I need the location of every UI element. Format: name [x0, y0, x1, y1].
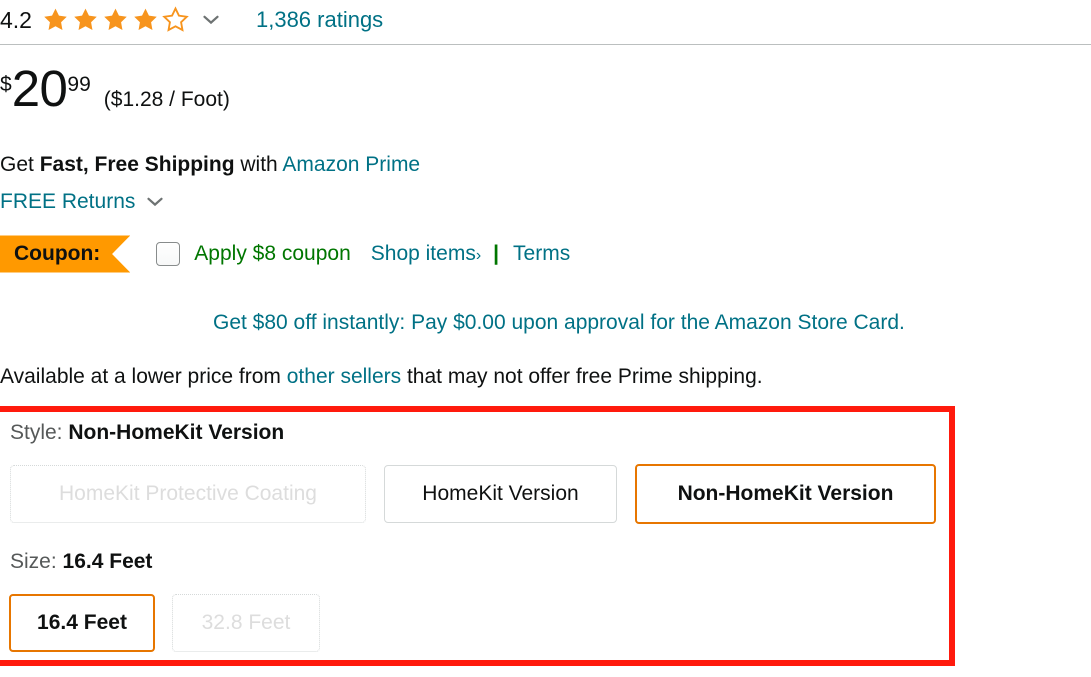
price-row: $ 20 99 ($1.28 / Foot) — [0, 60, 230, 117]
size-swatch-32-8-feet[interactable]: 32.8 Feet — [172, 594, 320, 652]
coupon-shop-items-link[interactable]: Shop items› — [371, 242, 481, 266]
free-returns-row[interactable]: FREE Returns — [0, 189, 163, 214]
coupon-terms-link[interactable]: Terms — [513, 242, 570, 266]
style-swatch-homekit-version[interactable]: HomeKit Version — [384, 465, 617, 523]
shipping-emphasis: Fast, Free Shipping — [39, 153, 235, 176]
ratings-count-link[interactable]: 1,386 ratings — [256, 9, 383, 31]
size-label-prefix: Size: — [10, 550, 63, 573]
other-sellers-line: Available at a lower price from other se… — [0, 365, 763, 389]
header-divider — [0, 44, 1091, 45]
style-swatch-homekit-protective-coating[interactable]: HomeKit Protective Coating — [10, 465, 366, 523]
chevron-down-icon — [203, 15, 219, 25]
chevron-right-icon: › — [475, 247, 482, 264]
star-filled-icon — [44, 8, 67, 30]
style-label-prefix: Style: — [10, 421, 69, 444]
coupon-badge: Coupon: — [0, 235, 131, 273]
chevron-down-icon — [147, 197, 163, 206]
coupon-row: Coupon: Apply $8 coupon Shop items› | Te… — [0, 233, 570, 275]
size-swatch-16-4-feet[interactable]: 16.4 Feet — [9, 594, 155, 652]
price-fraction: 99 — [67, 73, 91, 96]
size-label: Size: 16.4 Feet — [10, 549, 152, 574]
star-filled-icon — [74, 8, 97, 30]
amazon-prime-link[interactable]: Amazon Prime — [282, 153, 420, 176]
other-sellers-link[interactable]: other sellers — [287, 365, 401, 388]
rating-value: 4.2 — [0, 6, 32, 33]
price-whole: 20 — [11, 60, 68, 117]
price-currency-symbol: $ — [0, 73, 12, 96]
rating-dropdown-button[interactable] — [203, 15, 219, 25]
coupon-checkbox[interactable] — [156, 242, 181, 266]
free-returns-dropdown-button[interactable] — [147, 197, 163, 207]
coupon-apply-label[interactable]: Apply $8 coupon — [194, 242, 350, 266]
star-rating[interactable] — [41, 6, 190, 34]
other-sellers-suffix: that may not offer free Prime shipping. — [401, 365, 763, 388]
style-selected-value: Non-HomeKit Version — [68, 421, 285, 444]
style-swatch-non-homekit-version[interactable]: Non-HomeKit Version — [635, 464, 936, 524]
store-card-offer-link[interactable]: Get $80 off instantly: Pay $0.00 upon ap… — [213, 311, 905, 335]
star-empty-icon — [162, 6, 189, 32]
coupon-separator: | — [493, 242, 500, 265]
shipping-middle: with — [234, 153, 283, 176]
style-label: Style: Non-HomeKit Version — [10, 420, 284, 445]
star-filled-icon — [104, 8, 127, 30]
price-per-unit: ($1.28 / Foot) — [103, 88, 230, 111]
other-sellers-prefix: Available at a lower price from — [0, 365, 287, 388]
star-filled-icon — [134, 8, 157, 30]
shipping-prefix: Get — [0, 153, 40, 176]
shipping-line: Get Fast, Free Shipping with Amazon Prim… — [0, 152, 420, 177]
price: $ 20 99 — [0, 60, 91, 117]
free-returns-link[interactable]: FREE Returns — [0, 189, 135, 214]
coupon-shop-items-label: Shop items — [370, 242, 476, 265]
size-selected-value: 16.4 Feet — [62, 550, 153, 573]
rating-row: 4.2 1,386 ratings — [0, 4, 383, 36]
